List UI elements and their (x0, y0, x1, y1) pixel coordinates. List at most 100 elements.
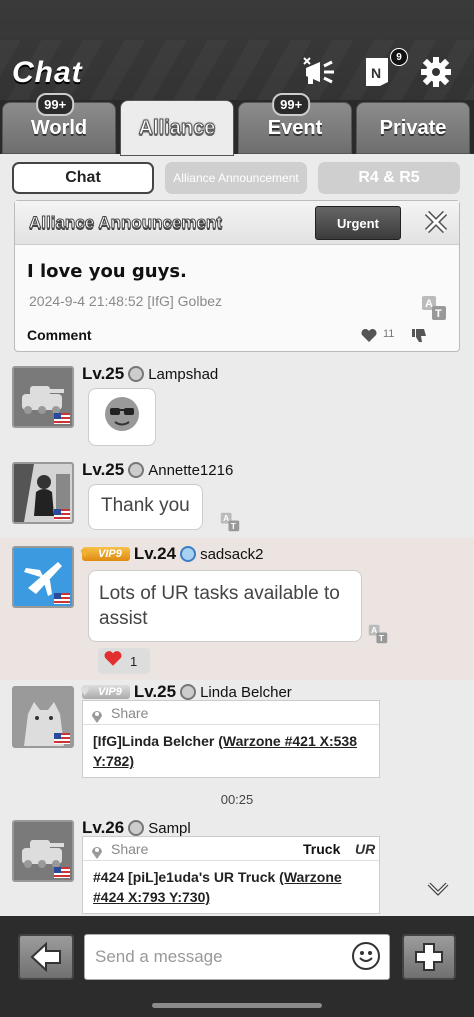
sticker-bubble[interactable] (88, 388, 156, 446)
location-pin-icon (91, 842, 103, 859)
sender-name[interactable]: sadsack2 (200, 546, 263, 563)
share-text: [IfG]Linda Belcher (93, 733, 219, 749)
avatar[interactable] (12, 462, 74, 524)
avatar[interactable] (12, 686, 74, 748)
flag-icon (54, 593, 70, 604)
tab-badge: 99+ (36, 93, 75, 116)
sub-tabs: Chat Alliance Announcement R4 & R5 (12, 162, 462, 194)
share-body: [IfG]Linda Belcher (Warzone #421 X:538 Y… (83, 725, 379, 777)
subtab-r4-r5[interactable]: R4 & R5 (318, 162, 460, 194)
sender-level: Lv.25 (82, 364, 125, 383)
tab-label: World (30, 116, 88, 139)
close-icon[interactable] (423, 209, 449, 235)
announcement-title: Alliance Announcement (28, 213, 223, 233)
ur-grade-badge: UR (355, 841, 376, 857)
comment-link[interactable]: Comment (27, 327, 92, 343)
plus-button[interactable] (402, 934, 456, 980)
subtab-chat[interactable]: Chat (12, 162, 154, 194)
announcement-header: Alliance Announcement Urgent (15, 201, 459, 245)
share-tag: Truck (303, 841, 341, 857)
tab-label: Private (379, 116, 447, 139)
flag-icon (54, 733, 70, 744)
time-separator: 00:25 (220, 792, 254, 807)
sender-name[interactable]: Linda Belcher (200, 684, 292, 701)
scroll-down-chevron-icon[interactable] (426, 880, 450, 903)
chat-message-highlighted: VIP9 Lv.24 sadsack2 Lots of UR tasks ava… (0, 538, 474, 680)
message-input[interactable]: Send a message (84, 934, 390, 980)
svg-text:A: A (425, 298, 433, 310)
gear-icon[interactable] (420, 56, 456, 88)
sender-level: Lv.25 (82, 460, 125, 479)
sunglasses-emoji-icon (103, 395, 141, 439)
heart-icon[interactable] (361, 328, 377, 348)
sender-line: Lv.25 Lampshad (82, 364, 218, 384)
tab-alliance[interactable]: Alliance (120, 100, 234, 156)
flag-icon (54, 413, 70, 424)
svg-text:T: T (379, 633, 385, 643)
share-card[interactable]: Share Truck UR #424 [piL]e1uda's UR Truc… (82, 836, 380, 914)
mail-icon[interactable]: N 9 (364, 48, 408, 88)
flag-icon (54, 867, 70, 878)
sender-line: VIP9 Lv.24 sadsack2 (80, 544, 263, 564)
thumbs-down-icon[interactable] (411, 327, 427, 348)
tab-private[interactable]: Private (356, 102, 470, 154)
page-title: Chat (12, 56, 83, 89)
home-indicator (152, 1003, 322, 1008)
sender-level: Lv.24 (133, 544, 177, 563)
avatar[interactable] (12, 546, 74, 608)
location-pin-icon (91, 706, 103, 723)
share-body: #424 [piL]e1uda's UR Truck (Warzone #424… (83, 861, 379, 913)
subtab-alliance-announcement[interactable]: Alliance Announcement (165, 162, 307, 194)
translate-icon[interactable]: AT (220, 512, 246, 538)
avatar[interactable] (12, 366, 74, 428)
back-button[interactable] (18, 934, 74, 980)
message-bubble[interactable]: Lots of UR tasks available to assist (88, 570, 362, 642)
emoji-icon[interactable] (352, 942, 380, 970)
rank-icon (180, 684, 197, 700)
sender-name[interactable]: Annette1216 (148, 462, 233, 479)
rank-icon (128, 366, 145, 382)
svg-text:T: T (231, 521, 237, 531)
vip-badge: VIP9 (80, 683, 130, 701)
share-text: #424 [piL]e1uda's UR Truck (93, 869, 280, 885)
translate-icon[interactable]: AT (421, 295, 447, 321)
sender-level: Lv.26 (82, 818, 125, 837)
vip-badge: VIP9 (80, 545, 130, 563)
share-card[interactable]: Share [IfG]Linda Belcher (Warzone #421 X… (82, 700, 380, 778)
translate-icon[interactable]: AT (368, 624, 394, 650)
megaphone-icon[interactable] (302, 56, 338, 88)
reaction-chip[interactable]: 1 (98, 648, 150, 674)
urgent-button[interactable]: Urgent (315, 206, 401, 240)
mail-badge: 9 (390, 48, 408, 66)
share-header: Share (83, 701, 379, 725)
tab-event[interactable]: Event 99+ (238, 93, 352, 154)
announcement-text: I love you guys. (27, 261, 187, 282)
tab-label: Event (267, 116, 323, 139)
sender-line: Lv.25 Annette1216 (82, 460, 233, 480)
svg-text:A: A (223, 513, 229, 523)
composer-bar: Send a message (0, 916, 474, 1017)
channel-tabs: World 99+ Alliance Event 99+ Private (0, 93, 474, 156)
flag-icon (54, 509, 70, 520)
tab-label: Alliance (138, 116, 216, 139)
svg-text:N: N (371, 65, 381, 81)
message-text: Lots of UR tasks available to assist (99, 583, 340, 629)
tab-world[interactable]: World 99+ (2, 93, 116, 154)
tab-badge: 99+ (272, 93, 311, 116)
share-label: Share (111, 705, 149, 721)
announcement-meta: 2024-9-4 21:48:52 [IfG] Golbez (29, 293, 223, 309)
announcement-card: Alliance Announcement Urgent I love you … (14, 200, 460, 352)
rank-icon (128, 820, 145, 836)
sender-name[interactable]: Sampl (148, 820, 191, 837)
avatar[interactable] (12, 820, 74, 882)
rank-icon (180, 546, 197, 562)
sender-line: Lv.26 Sampl (82, 818, 191, 838)
reaction-count: 1 (130, 653, 138, 669)
rank-icon (128, 462, 145, 478)
share-label: Share (111, 841, 149, 857)
svg-text:A: A (371, 625, 377, 635)
share-header: Share Truck UR (83, 837, 379, 861)
sender-line: VIP9 Lv.25 Linda Belcher (80, 682, 292, 702)
message-bubble[interactable]: Thank you (88, 484, 203, 530)
sender-name[interactable]: Lampshad (148, 366, 218, 383)
